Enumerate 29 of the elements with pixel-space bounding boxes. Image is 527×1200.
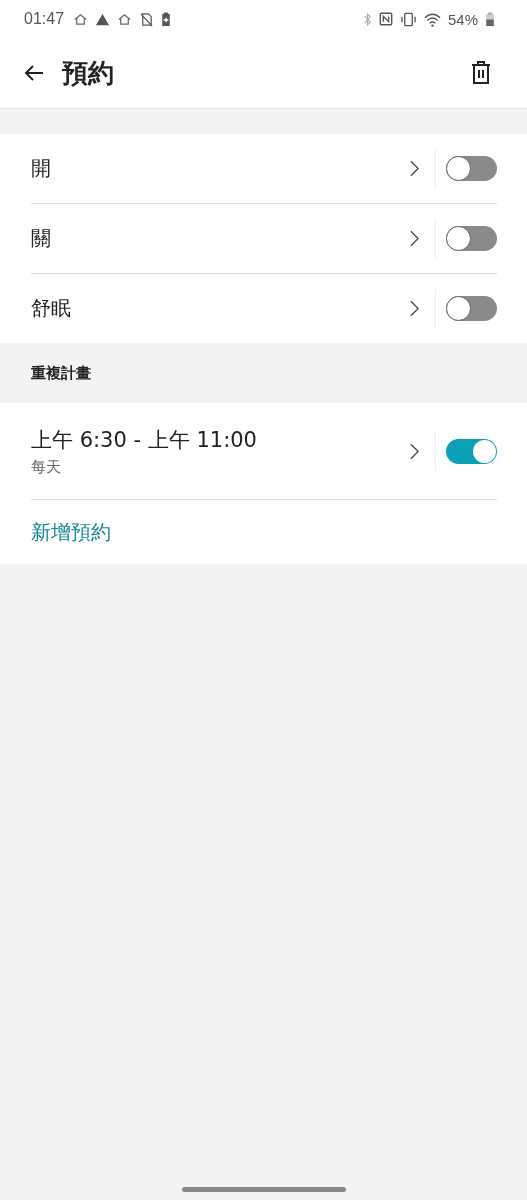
chevron-right-icon[interactable] xyxy=(410,230,419,247)
chevron-right-icon[interactable] xyxy=(410,160,419,177)
no-sim-icon xyxy=(139,11,155,27)
home-icon xyxy=(117,11,133,27)
trash-icon[interactable] xyxy=(469,60,493,86)
bluetooth-icon xyxy=(362,11,372,27)
wifi-icon xyxy=(423,11,441,27)
status-time: 01:47 xyxy=(24,10,65,28)
add-schedule-link[interactable]: 新增預約 xyxy=(31,518,111,546)
section-header: 重複計畫 xyxy=(30,362,92,384)
toggle-switch[interactable] xyxy=(446,296,497,321)
nfc-icon xyxy=(378,12,393,26)
mode-label[interactable]: 開 xyxy=(31,155,410,182)
mode-label[interactable]: 關 xyxy=(31,225,410,252)
schedule-time[interactable]: 上午 6:30 - 上午 11:00 xyxy=(31,425,410,454)
toggle-switch[interactable] xyxy=(446,156,497,181)
toggle-switch[interactable] xyxy=(446,438,497,464)
toggle-switch[interactable] xyxy=(446,226,497,251)
schedule-repeat: 每天 xyxy=(31,457,62,477)
home-icon xyxy=(73,11,89,27)
battery-icon xyxy=(485,11,495,27)
battery-saver-icon xyxy=(161,11,172,27)
chevron-right-icon[interactable] xyxy=(410,442,419,460)
mode-label[interactable]: 舒眠 xyxy=(31,295,410,322)
warning-icon xyxy=(95,11,111,27)
vibrate-icon xyxy=(399,11,417,27)
page-title: 預約 xyxy=(62,56,115,90)
chevron-right-icon[interactable] xyxy=(410,300,419,317)
battery-percent: 54% xyxy=(447,10,478,28)
